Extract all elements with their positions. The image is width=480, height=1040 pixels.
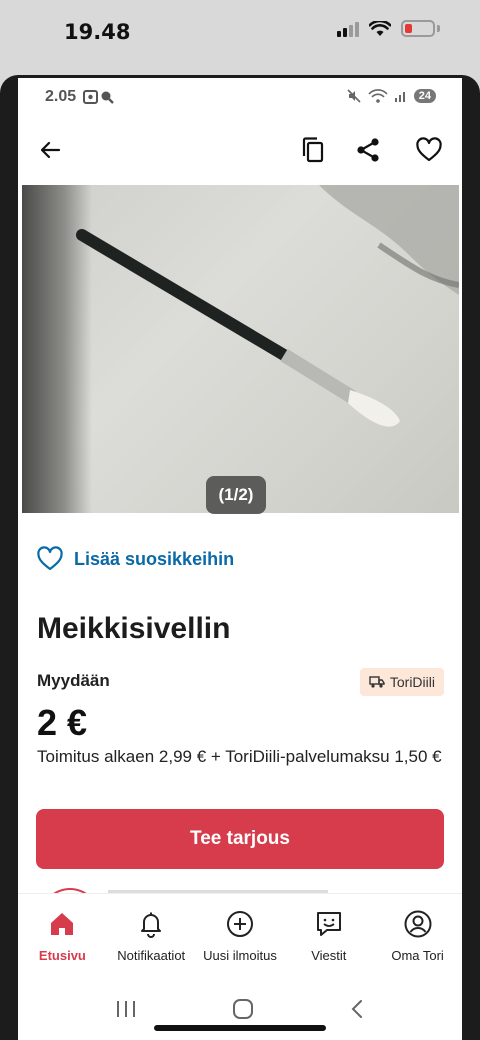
- nav-my-tori[interactable]: Oma Tori: [373, 894, 462, 973]
- signal-icon: [394, 92, 405, 102]
- notification-count-badge: 24: [413, 89, 436, 103]
- nav-new-listing[interactable]: Uusi ilmoitus: [196, 894, 285, 973]
- bell-icon: [141, 912, 162, 938]
- inner-status-icons: 24: [346, 88, 436, 104]
- wifi-icon: [369, 20, 391, 36]
- outer-status-bar: 19.48: [0, 0, 480, 70]
- share-button[interactable]: [350, 132, 386, 168]
- heart-icon: [416, 137, 442, 162]
- nav-new-listing-label: Uusi ilmoitus: [203, 948, 277, 963]
- outer-clock: 19.48: [64, 20, 131, 44]
- nav-home[interactable]: Etusivu: [18, 894, 107, 973]
- profile-icon: [404, 910, 432, 938]
- battery-tip: [437, 25, 440, 32]
- arrow-left-icon: [40, 141, 61, 159]
- inner-status-bar: 2.05 24: [18, 78, 462, 118]
- make-offer-button[interactable]: Tee tarjous: [36, 809, 444, 869]
- bottom-navigation: Etusivu Notifikaatiot Uusi ilmoitus Vies…: [18, 893, 462, 973]
- nav-messages-label: Viestit: [311, 948, 347, 963]
- nav-home-label: Etusivu: [38, 948, 86, 963]
- top-app-bar: [18, 126, 462, 174]
- listing-photo[interactable]: [22, 185, 459, 513]
- truck-icon: [369, 676, 385, 688]
- add-to-favorites-link[interactable]: Lisää suosikkeihin: [36, 546, 234, 572]
- back-button[interactable]: [32, 132, 68, 168]
- add-to-favorites-label: Lisää suosikkeihin: [74, 548, 235, 569]
- inner-clock: 2.05: [45, 88, 77, 105]
- copy-button[interactable]: [295, 132, 331, 168]
- home-indicator[interactable]: [154, 1025, 326, 1031]
- mute-icon: [347, 89, 361, 103]
- app-screen: 2.05 24 (1/2) Lisää suosikkeihin Meikkis…: [18, 78, 462, 1040]
- plus-circle-icon: [226, 911, 253, 937]
- makeup-brush-image: [76, 229, 400, 427]
- copy-icon: [302, 137, 324, 163]
- back-system-icon[interactable]: [349, 998, 365, 1020]
- delivery-info: Toimitus alkaen 2,99 € + ToriDiili-palve…: [37, 747, 442, 766]
- outer-status-icons: [337, 20, 440, 37]
- chat-icon: [316, 912, 341, 936]
- nav-my-tori-label: Oma Tori: [391, 948, 444, 963]
- toridiili-badge: ToriDiili: [359, 668, 444, 696]
- photo-counter: (1/2): [206, 476, 266, 514]
- wifi-plus-icon: [368, 89, 388, 103]
- screenshot-icon: [82, 88, 116, 109]
- listing-price: 2 €: [37, 702, 88, 743]
- home-icon: [51, 913, 74, 935]
- nav-notifications[interactable]: Notifikaatiot: [107, 894, 196, 973]
- share-icon: [357, 138, 379, 162]
- home-system-icon[interactable]: [232, 998, 254, 1020]
- favorite-button[interactable]: [411, 132, 447, 168]
- cellular-signal-icon: [337, 21, 359, 37]
- nav-messages[interactable]: Viestit: [284, 894, 373, 973]
- heart-outline-icon: [37, 546, 63, 571]
- toridiili-label: ToriDiili: [389, 674, 435, 690]
- nav-notifications-label: Notifikaatiot: [117, 948, 186, 963]
- listing-title: Meikkisivellin: [37, 612, 231, 645]
- listing-type: Myydään: [37, 671, 110, 690]
- battery-icon: [401, 20, 435, 37]
- recent-apps-icon[interactable]: [115, 999, 137, 1019]
